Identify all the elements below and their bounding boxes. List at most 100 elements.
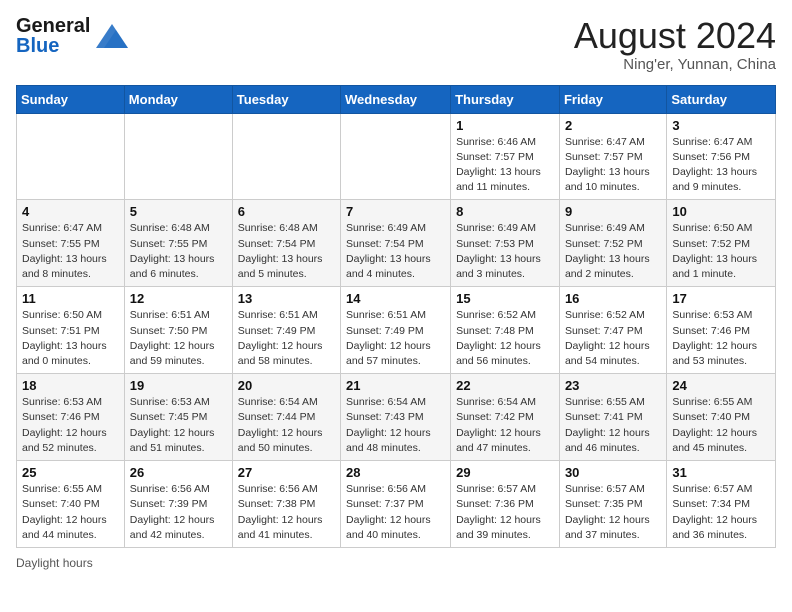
calendar-cell: 30 Sunrise: 6:57 AMSunset: 7:35 PMDayligh… — [559, 461, 666, 548]
day-number: 18 — [22, 378, 119, 393]
day-number: 4 — [22, 204, 119, 219]
calendar-cell — [124, 113, 232, 200]
day-info: Sunrise: 6:52 AMSunset: 7:47 PMDaylight:… — [565, 308, 661, 369]
calendar-table: SundayMondayTuesdayWednesdayThursdayFrid… — [16, 85, 776, 548]
day-number: 11 — [22, 291, 119, 306]
day-number: 30 — [565, 465, 661, 480]
calendar-cell: 29 Sunrise: 6:57 AMSunset: 7:36 PMDayligh… — [451, 461, 560, 548]
day-info: Sunrise: 6:55 AMSunset: 7:40 PMDaylight:… — [672, 395, 770, 456]
day-number: 31 — [672, 465, 770, 480]
day-info: Sunrise: 6:57 AMSunset: 7:35 PMDaylight:… — [565, 482, 661, 543]
calendar-cell: 26 Sunrise: 6:56 AMSunset: 7:39 PMDayligh… — [124, 461, 232, 548]
day-info: Sunrise: 6:56 AMSunset: 7:39 PMDaylight:… — [130, 482, 227, 543]
day-number: 7 — [346, 204, 445, 219]
calendar-cell: 11 Sunrise: 6:50 AMSunset: 7:51 PMDayligh… — [17, 287, 125, 374]
weekday-header-tuesday: Tuesday — [232, 85, 340, 113]
logo-icon — [96, 20, 128, 52]
day-number: 24 — [672, 378, 770, 393]
footer-note: Daylight hours — [16, 556, 776, 570]
day-info: Sunrise: 6:51 AMSunset: 7:49 PMDaylight:… — [238, 308, 335, 369]
calendar-week-2: 4 Sunrise: 6:47 AMSunset: 7:55 PMDaylight… — [17, 200, 776, 287]
day-info: Sunrise: 6:57 AMSunset: 7:34 PMDaylight:… — [672, 482, 770, 543]
day-info: Sunrise: 6:47 AMSunset: 7:57 PMDaylight:… — [565, 135, 661, 196]
logo-line1: General — [16, 16, 90, 36]
day-info: Sunrise: 6:54 AMSunset: 7:44 PMDaylight:… — [238, 395, 335, 456]
day-info: Sunrise: 6:48 AMSunset: 7:55 PMDaylight:… — [130, 221, 227, 282]
day-info: Sunrise: 6:56 AMSunset: 7:37 PMDaylight:… — [346, 482, 445, 543]
calendar-week-5: 25 Sunrise: 6:55 AMSunset: 7:40 PMDayligh… — [17, 461, 776, 548]
day-info: Sunrise: 6:47 AMSunset: 7:56 PMDaylight:… — [672, 135, 770, 196]
calendar-cell: 31 Sunrise: 6:57 AMSunset: 7:34 PMDayligh… — [667, 461, 776, 548]
calendar-week-1: 1Sunrise: 6:46 AMSunset: 7:57 PMDaylight… — [17, 113, 776, 200]
day-number: 9 — [565, 204, 661, 219]
day-info: Sunrise: 6:55 AMSunset: 7:40 PMDaylight:… — [22, 482, 119, 543]
calendar-cell: 23Sunrise: 6:55 AMSunset: 7:41 PMDayligh… — [559, 374, 666, 461]
day-info: Sunrise: 6:54 AMSunset: 7:43 PMDaylight:… — [346, 395, 445, 456]
calendar-week-3: 11 Sunrise: 6:50 AMSunset: 7:51 PMDayligh… — [17, 287, 776, 374]
logo-text: General Blue — [16, 16, 90, 56]
day-number: 26 — [130, 465, 227, 480]
weekday-header-thursday: Thursday — [451, 85, 560, 113]
day-info: Sunrise: 6:47 AMSunset: 7:55 PMDaylight:… — [22, 221, 119, 282]
day-number: 29 — [456, 465, 554, 480]
calendar-cell: 7 Sunrise: 6:49 AMSunset: 7:54 PMDaylight… — [341, 200, 451, 287]
calendar-cell: 5Sunrise: 6:48 AMSunset: 7:55 PMDaylight… — [124, 200, 232, 287]
day-number: 12 — [130, 291, 227, 306]
calendar-cell: 12 Sunrise: 6:51 AMSunset: 7:50 PMDayligh… — [124, 287, 232, 374]
weekday-header-row: SundayMondayTuesdayWednesdayThursdayFrid… — [17, 85, 776, 113]
calendar-cell — [17, 113, 125, 200]
calendar-cell: 3 Sunrise: 6:47 AMSunset: 7:56 PMDaylight… — [667, 113, 776, 200]
day-info: Sunrise: 6:49 AMSunset: 7:54 PMDaylight:… — [346, 221, 445, 282]
calendar-cell: 25 Sunrise: 6:55 AMSunset: 7:40 PMDayligh… — [17, 461, 125, 548]
daylight-label: Daylight hours — [16, 556, 93, 570]
day-info: Sunrise: 6:50 AMSunset: 7:51 PMDaylight:… — [22, 308, 119, 369]
day-number: 6 — [238, 204, 335, 219]
calendar-cell — [232, 113, 340, 200]
day-number: 13 — [238, 291, 335, 306]
calendar-cell: 22Sunrise: 6:54 AMSunset: 7:42 PMDayligh… — [451, 374, 560, 461]
calendar-cell: 8 Sunrise: 6:49 AMSunset: 7:53 PMDaylight… — [451, 200, 560, 287]
logo-line2: Blue — [16, 36, 90, 56]
calendar-cell: 14Sunrise: 6:51 AMSunset: 7:49 PMDayligh… — [341, 287, 451, 374]
day-info: Sunrise: 6:46 AMSunset: 7:57 PMDaylight:… — [456, 135, 554, 196]
day-number: 28 — [346, 465, 445, 480]
calendar-cell: 10Sunrise: 6:50 AMSunset: 7:52 PMDayligh… — [667, 200, 776, 287]
day-info: Sunrise: 6:50 AMSunset: 7:52 PMDaylight:… — [672, 221, 770, 282]
day-info: Sunrise: 6:49 AMSunset: 7:52 PMDaylight:… — [565, 221, 661, 282]
calendar-cell: 6 Sunrise: 6:48 AMSunset: 7:54 PMDaylight… — [232, 200, 340, 287]
day-number: 21 — [346, 378, 445, 393]
day-number: 20 — [238, 378, 335, 393]
day-info: Sunrise: 6:57 AMSunset: 7:36 PMDaylight:… — [456, 482, 554, 543]
calendar-week-4: 18 Sunrise: 6:53 AMSunset: 7:46 PMDayligh… — [17, 374, 776, 461]
calendar-cell: 16Sunrise: 6:52 AMSunset: 7:47 PMDayligh… — [559, 287, 666, 374]
day-number: 19 — [130, 378, 227, 393]
calendar-cell: 13 Sunrise: 6:51 AMSunset: 7:49 PMDayligh… — [232, 287, 340, 374]
calendar-cell: 2Sunrise: 6:47 AMSunset: 7:57 PMDaylight… — [559, 113, 666, 200]
day-info: Sunrise: 6:53 AMSunset: 7:46 PMDaylight:… — [22, 395, 119, 456]
weekday-header-saturday: Saturday — [667, 85, 776, 113]
calendar-cell: 27Sunrise: 6:56 AMSunset: 7:38 PMDayligh… — [232, 461, 340, 548]
calendar-cell: 15Sunrise: 6:52 AMSunset: 7:48 PMDayligh… — [451, 287, 560, 374]
calendar-cell: 28 Sunrise: 6:56 AMSunset: 7:37 PMDayligh… — [341, 461, 451, 548]
day-number: 27 — [238, 465, 335, 480]
day-info: Sunrise: 6:48 AMSunset: 7:54 PMDaylight:… — [238, 221, 335, 282]
day-info: Sunrise: 6:51 AMSunset: 7:49 PMDaylight:… — [346, 308, 445, 369]
day-number: 23 — [565, 378, 661, 393]
day-number: 25 — [22, 465, 119, 480]
calendar-cell: 4 Sunrise: 6:47 AMSunset: 7:55 PMDaylight… — [17, 200, 125, 287]
page-header: General Blue August 2024 Ning'er, Yunnan… — [16, 16, 776, 73]
day-number: 8 — [456, 204, 554, 219]
day-info: Sunrise: 6:49 AMSunset: 7:53 PMDaylight:… — [456, 221, 554, 282]
calendar-cell — [341, 113, 451, 200]
day-number: 3 — [672, 118, 770, 133]
weekday-header-sunday: Sunday — [17, 85, 125, 113]
calendar-cell: 9 Sunrise: 6:49 AMSunset: 7:52 PMDaylight… — [559, 200, 666, 287]
logo: General Blue — [16, 16, 128, 56]
weekday-header-wednesday: Wednesday — [341, 85, 451, 113]
day-number: 17 — [672, 291, 770, 306]
calendar-cell: 18 Sunrise: 6:53 AMSunset: 7:46 PMDayligh… — [17, 374, 125, 461]
day-info: Sunrise: 6:53 AMSunset: 7:45 PMDaylight:… — [130, 395, 227, 456]
calendar-cell: 19 Sunrise: 6:53 AMSunset: 7:45 PMDayligh… — [124, 374, 232, 461]
day-number: 15 — [456, 291, 554, 306]
day-info: Sunrise: 6:51 AMSunset: 7:50 PMDaylight:… — [130, 308, 227, 369]
